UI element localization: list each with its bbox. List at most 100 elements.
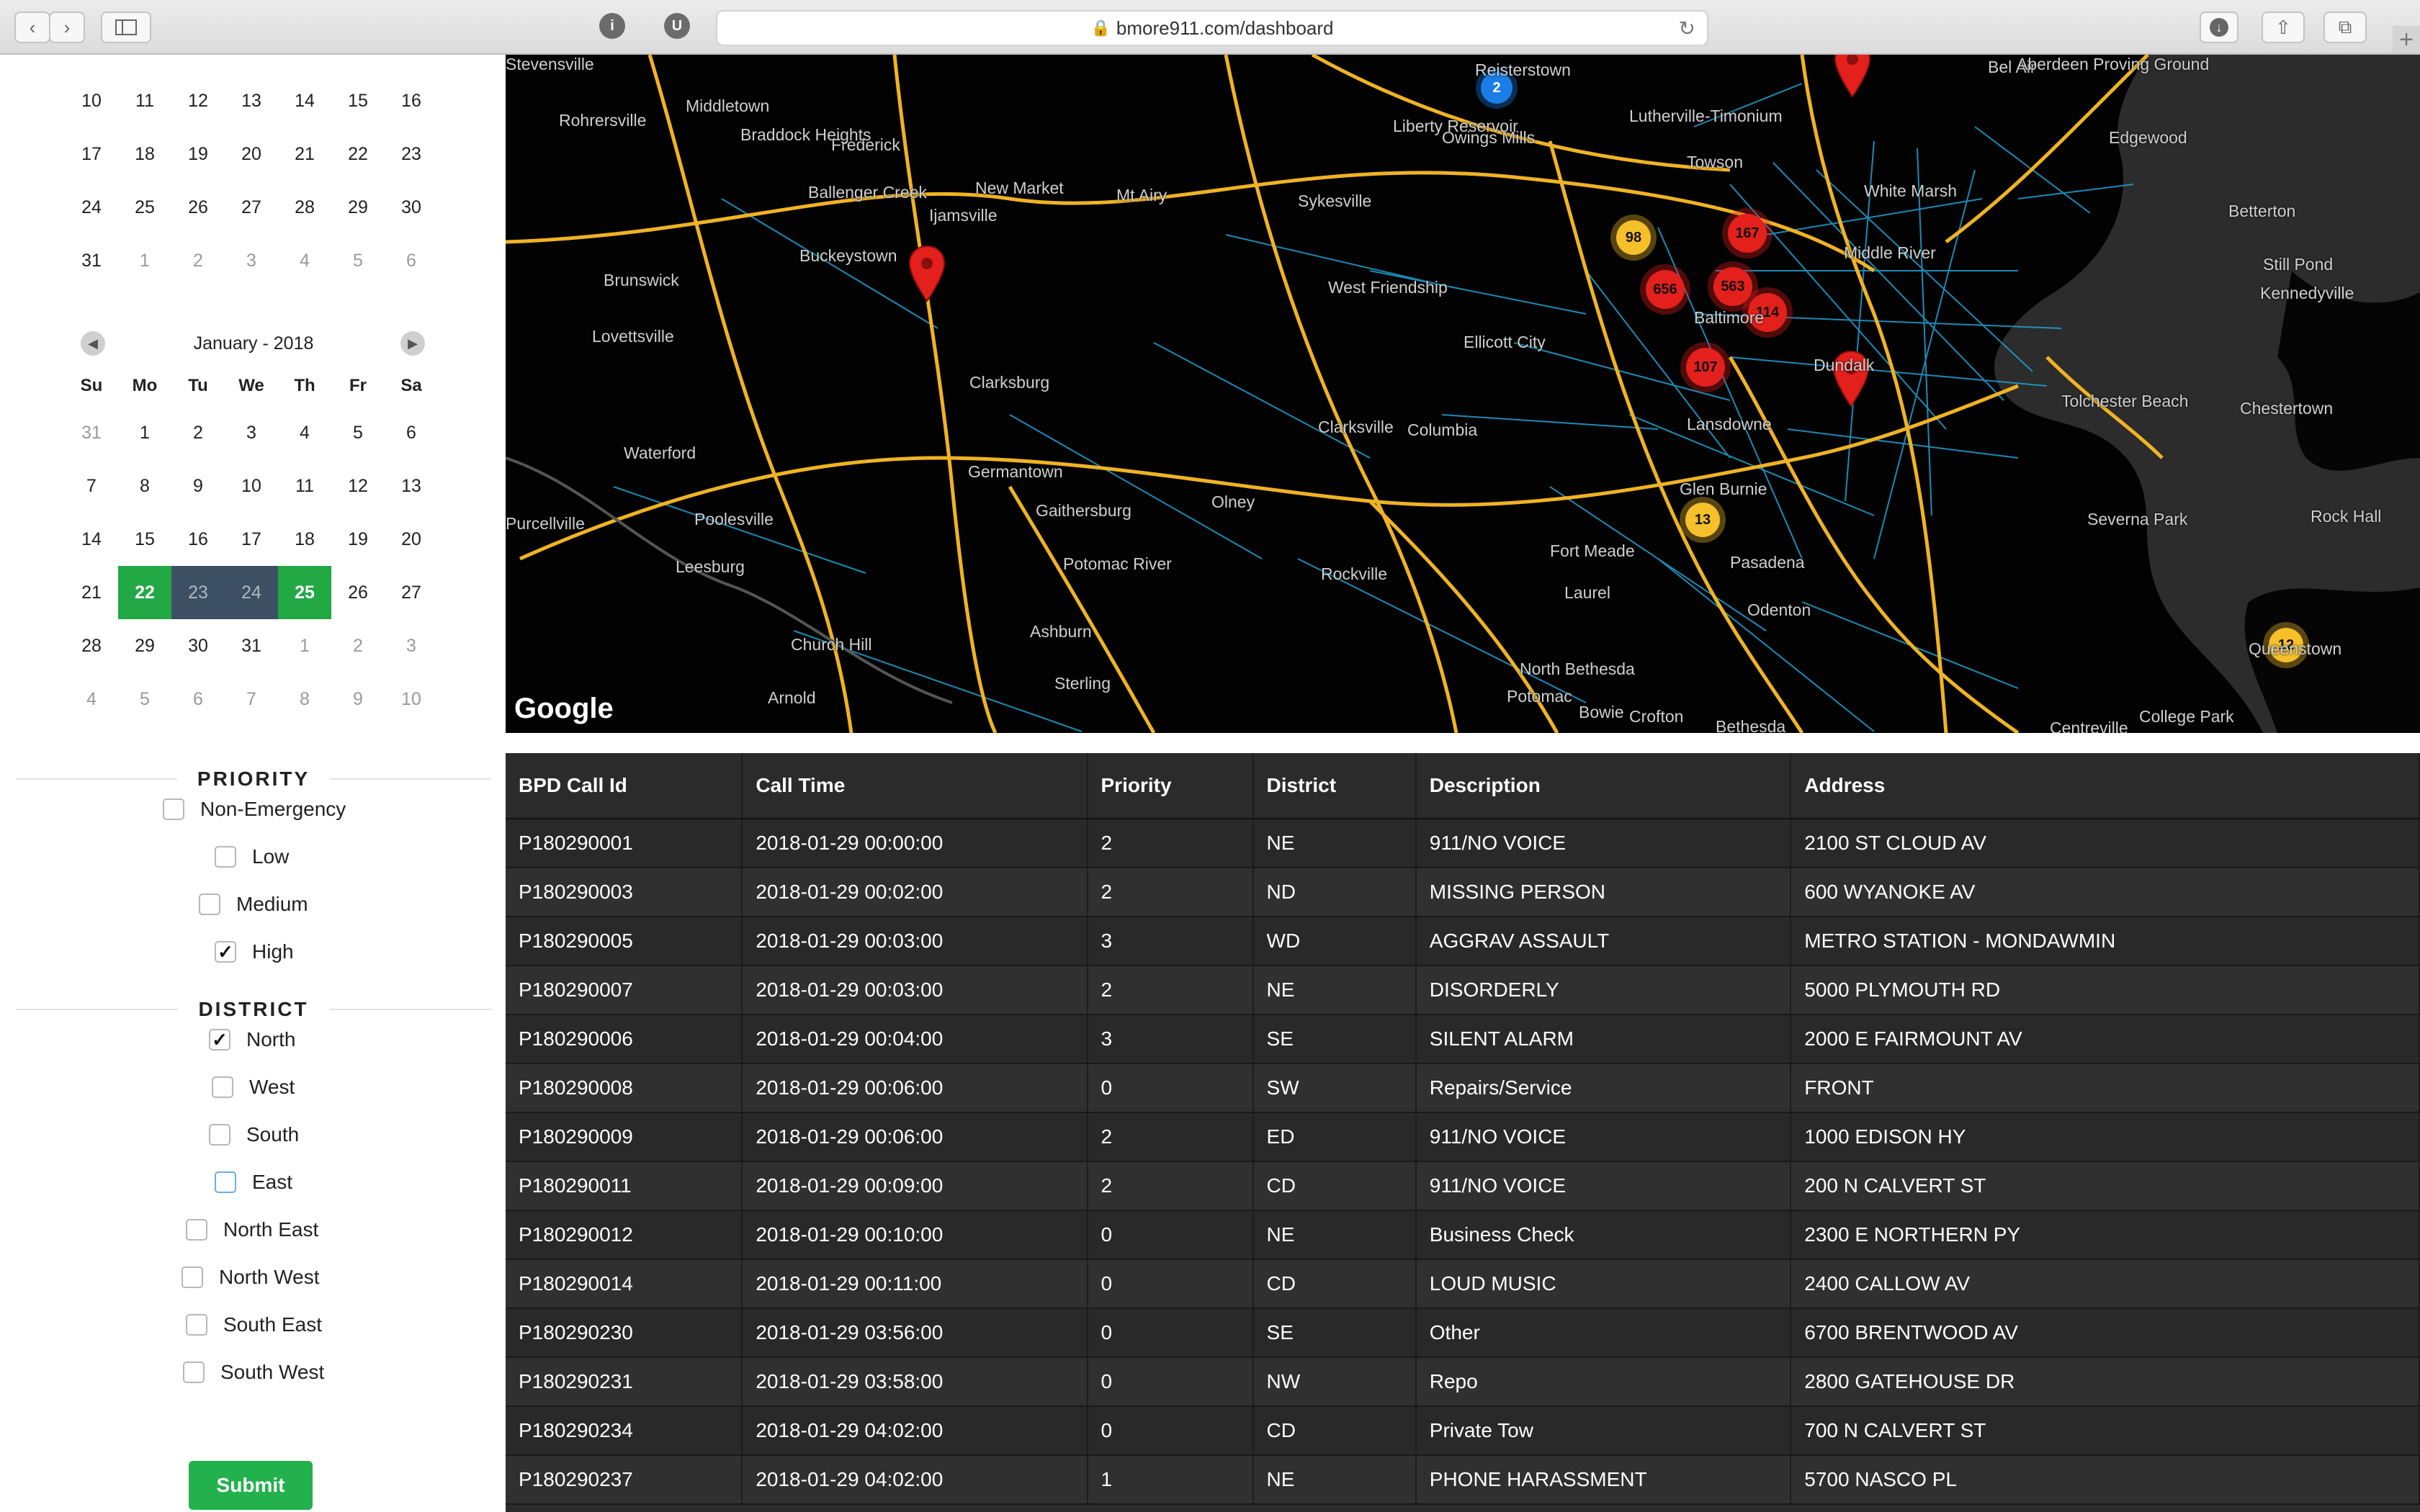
- calendar-day[interactable]: 27: [385, 566, 438, 619]
- submit-button[interactable]: Submit: [189, 1461, 313, 1510]
- calendar-day[interactable]: 31: [225, 619, 278, 672]
- calendar-day[interactable]: 12: [171, 74, 225, 127]
- calendar-day[interactable]: 1: [118, 234, 171, 287]
- calendar-day[interactable]: 3: [225, 406, 278, 459]
- calendar-day[interactable]: 13: [385, 459, 438, 513]
- checkbox[interactable]: [212, 1076, 233, 1098]
- map-view[interactable]: 2 98 167 656 563 114 107 13 12 Reisterst…: [506, 55, 2420, 733]
- calendar-day[interactable]: 24: [65, 181, 118, 234]
- map-cluster[interactable]: 13: [1685, 503, 1720, 537]
- district-option[interactable]: West: [212, 1073, 295, 1102]
- tabs-button[interactable]: ⧉: [2323, 12, 2367, 43]
- calendar-day[interactable]: 30: [385, 181, 438, 234]
- calendar-day[interactable]: 16: [385, 74, 438, 127]
- calendar-day[interactable]: 5: [331, 234, 385, 287]
- calendar-day[interactable]: 27: [225, 181, 278, 234]
- calendar-day[interactable]: 22: [331, 127, 385, 181]
- priority-option[interactable]: Low: [215, 842, 289, 871]
- column-header[interactable]: Priority: [1087, 753, 1254, 819]
- calendar-day[interactable]: 4: [65, 672, 118, 726]
- calendar-day[interactable]: 7: [225, 672, 278, 726]
- checkbox[interactable]: ✓: [209, 1029, 230, 1050]
- calendar-day[interactable]: 6: [385, 234, 438, 287]
- forward-button[interactable]: ›: [49, 12, 85, 43]
- district-option[interactable]: South East: [186, 1310, 322, 1339]
- district-option[interactable]: ✓ North: [209, 1025, 295, 1054]
- reload-icon[interactable]: ↻: [1679, 17, 1695, 40]
- address-bar[interactable]: 🔒 bmore911.com/dashboard ↻: [716, 10, 1708, 46]
- checkbox[interactable]: [163, 798, 184, 820]
- calendar-day[interactable]: 31: [65, 234, 118, 287]
- table-row[interactable]: P180290009 2018-01-29 00:06:00 2 ED 911/NO V…: [506, 1112, 2420, 1162]
- calendar-day[interactable]: 13: [225, 74, 278, 127]
- table-row[interactable]: P180290006 2018-01-29 00:04:00 3 SE SILENT A…: [506, 1014, 2420, 1064]
- table-row[interactable]: P180290008 2018-01-29 00:06:00 0 SW Repairs/…: [506, 1063, 2420, 1113]
- sidebar-toggle-button[interactable]: [101, 12, 151, 43]
- calendar-day[interactable]: 12: [331, 459, 385, 513]
- checkbox[interactable]: [209, 1124, 230, 1146]
- share-button[interactable]: ⇧: [2262, 12, 2305, 43]
- calendar-day[interactable]: 26: [171, 181, 225, 234]
- calendar-day[interactable]: 23: [171, 566, 225, 619]
- calendar-day[interactable]: 23: [385, 127, 438, 181]
- calendar-day[interactable]: 25: [278, 566, 331, 619]
- column-header[interactable]: Address: [1791, 753, 2420, 819]
- checkbox[interactable]: [183, 1362, 205, 1383]
- priority-option[interactable]: Non-Emergency: [163, 795, 346, 824]
- checkbox[interactable]: ✓: [215, 941, 236, 963]
- calendar-day[interactable]: 15: [331, 74, 385, 127]
- table-row[interactable]: P180290234 2018-01-29 04:02:00 0 CD Private …: [506, 1406, 2420, 1456]
- checkbox[interactable]: [215, 846, 236, 868]
- district-option[interactable]: North East: [186, 1215, 318, 1244]
- map-pin-marker[interactable]: [1834, 55, 1871, 98]
- calendar-day[interactable]: 2: [171, 406, 225, 459]
- column-header[interactable]: BPD Call Id: [506, 753, 743, 819]
- table-row[interactable]: P180290014 2018-01-29 00:11:00 0 CD LOUD MUS…: [506, 1259, 2420, 1309]
- calendar-day[interactable]: 11: [278, 459, 331, 513]
- priority-option[interactable]: Medium: [199, 890, 308, 919]
- map-cluster[interactable]: 656: [1646, 270, 1685, 309]
- table-row[interactable]: P180290230 2018-01-29 03:56:00 0 SE Other 670…: [506, 1308, 2420, 1358]
- checkbox[interactable]: [186, 1314, 207, 1336]
- calendar-day[interactable]: 28: [278, 181, 331, 234]
- calendar-day[interactable]: 10: [385, 672, 438, 726]
- calendar-day[interactable]: 29: [331, 181, 385, 234]
- calendar-day[interactable]: 14: [65, 513, 118, 566]
- calendar-day[interactable]: 10: [225, 459, 278, 513]
- calendar-day[interactable]: 10: [65, 74, 118, 127]
- table-row[interactable]: P180290231 2018-01-29 03:58:00 0 NW Repo 2800…: [506, 1357, 2420, 1407]
- calendar-day[interactable]: 8: [278, 672, 331, 726]
- calendar-day[interactable]: 17: [225, 513, 278, 566]
- calendar-day[interactable]: 9: [171, 459, 225, 513]
- table-row[interactable]: P180290012 2018-01-29 00:10:00 0 NE Business…: [506, 1210, 2420, 1260]
- table-row[interactable]: P180290011 2018-01-29 00:09:00 2 CD 911/NO V…: [506, 1161, 2420, 1211]
- extension-u-icon[interactable]: U: [664, 13, 690, 39]
- calendar-day[interactable]: 31: [65, 406, 118, 459]
- district-option[interactable]: South West: [183, 1358, 324, 1387]
- calendar-day[interactable]: 4: [278, 406, 331, 459]
- checkbox[interactable]: [199, 894, 220, 915]
- checkbox[interactable]: [186, 1219, 207, 1241]
- calendar-day[interactable]: 18: [118, 127, 171, 181]
- calendar-day[interactable]: 24: [225, 566, 278, 619]
- calendar-day[interactable]: 19: [331, 513, 385, 566]
- calendar-day[interactable]: 6: [385, 406, 438, 459]
- calendar-day[interactable]: 6: [171, 672, 225, 726]
- calendar-day[interactable]: 26: [331, 566, 385, 619]
- map-cluster[interactable]: 167: [1728, 214, 1767, 253]
- calendar-day[interactable]: 20: [385, 513, 438, 566]
- checkbox[interactable]: [215, 1171, 236, 1193]
- table-row[interactable]: P180290237 2018-01-29 04:02:00 1 NE PHONE HA…: [506, 1455, 2420, 1505]
- table-row[interactable]: P180290003 2018-01-29 00:02:00 2 ND MISSING …: [506, 868, 2420, 917]
- calendar-day[interactable]: 2: [171, 234, 225, 287]
- calendar-next-button[interactable]: ▶: [400, 331, 425, 356]
- map-cluster[interactable]: 107: [1686, 348, 1725, 387]
- map-cluster[interactable]: 563: [1713, 267, 1752, 306]
- priority-option[interactable]: ✓ High: [215, 937, 294, 966]
- downloads-button[interactable]: ↓: [2200, 12, 2238, 43]
- new-tab-button[interactable]: +: [2393, 26, 2420, 53]
- calendar-day[interactable]: 3: [385, 619, 438, 672]
- calendar-day[interactable]: 8: [118, 459, 171, 513]
- calendar-day[interactable]: 21: [278, 127, 331, 181]
- column-header[interactable]: Call Time: [742, 753, 1088, 819]
